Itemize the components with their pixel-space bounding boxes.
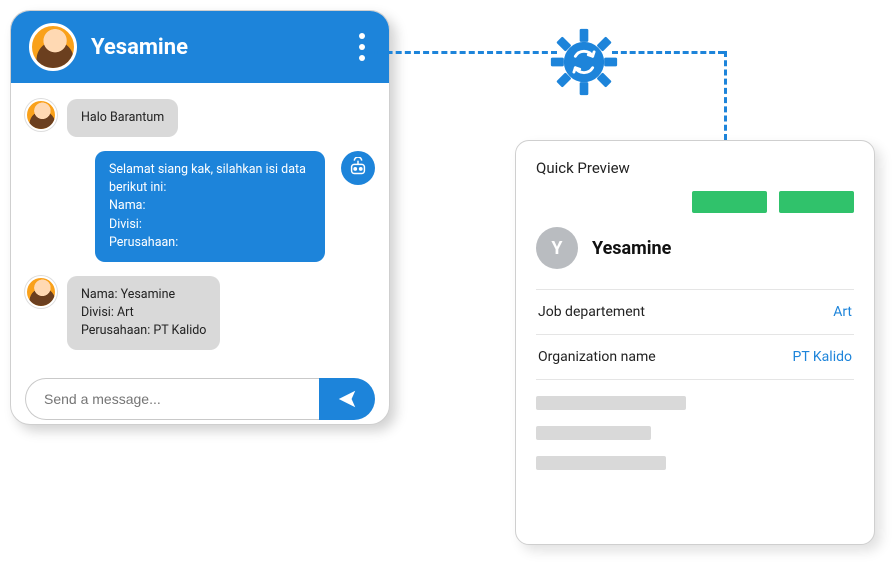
connector-line bbox=[724, 51, 727, 140]
action-button[interactable] bbox=[692, 191, 767, 213]
avatar-initial: Y bbox=[536, 227, 578, 269]
send-icon bbox=[336, 388, 358, 410]
chat-body: Halo Barantum Selamat siang kak, silahka… bbox=[11, 83, 389, 374]
field-label: Job departement bbox=[538, 304, 645, 320]
person-name: Yesamine bbox=[592, 238, 671, 259]
person-header: Y Yesamine bbox=[536, 227, 854, 269]
connector-line bbox=[612, 51, 724, 54]
sync-gear-icon bbox=[548, 26, 620, 98]
field-value[interactable]: Art bbox=[833, 304, 852, 320]
contact-avatar bbox=[29, 23, 77, 71]
message-row: Halo Barantum bbox=[25, 99, 375, 137]
bot-avatar-icon bbox=[341, 151, 375, 185]
chat-window: Yesamine Halo Barantum Selamat siang kak… bbox=[10, 10, 390, 425]
incoming-message: Nama: Yesamine Divisi: Art Perusahaan: P… bbox=[67, 276, 220, 350]
action-buttons bbox=[536, 191, 854, 213]
placeholder-line bbox=[536, 456, 666, 470]
field-row: Organization name PT Kalido bbox=[536, 335, 854, 380]
field-value[interactable]: PT Kalido bbox=[793, 349, 852, 365]
connector-line bbox=[350, 51, 557, 54]
more-menu-button[interactable] bbox=[353, 27, 371, 67]
user-avatar-icon bbox=[25, 99, 57, 131]
quick-preview-panel: Quick Preview Y Yesamine Job departement… bbox=[515, 140, 875, 545]
chat-header: Yesamine bbox=[11, 11, 389, 83]
panel-title: Quick Preview bbox=[536, 159, 854, 177]
field-row: Job departement Art bbox=[536, 290, 854, 335]
incoming-message: Halo Barantum bbox=[67, 99, 178, 137]
action-button[interactable] bbox=[779, 191, 854, 213]
outgoing-message: Selamat siang kak, silahkan isi data ber… bbox=[95, 151, 325, 262]
field-label: Organization name bbox=[538, 349, 656, 365]
send-button[interactable] bbox=[319, 378, 375, 420]
placeholder-line bbox=[536, 426, 651, 440]
message-row: Nama: Yesamine Divisi: Art Perusahaan: P… bbox=[25, 276, 375, 350]
message-input[interactable] bbox=[25, 378, 319, 420]
user-avatar-icon bbox=[25, 276, 57, 308]
message-row: Selamat siang kak, silahkan isi data ber… bbox=[25, 151, 375, 262]
contact-name: Yesamine bbox=[91, 35, 339, 60]
placeholder-line bbox=[536, 396, 686, 410]
chat-input-row bbox=[11, 374, 389, 425]
